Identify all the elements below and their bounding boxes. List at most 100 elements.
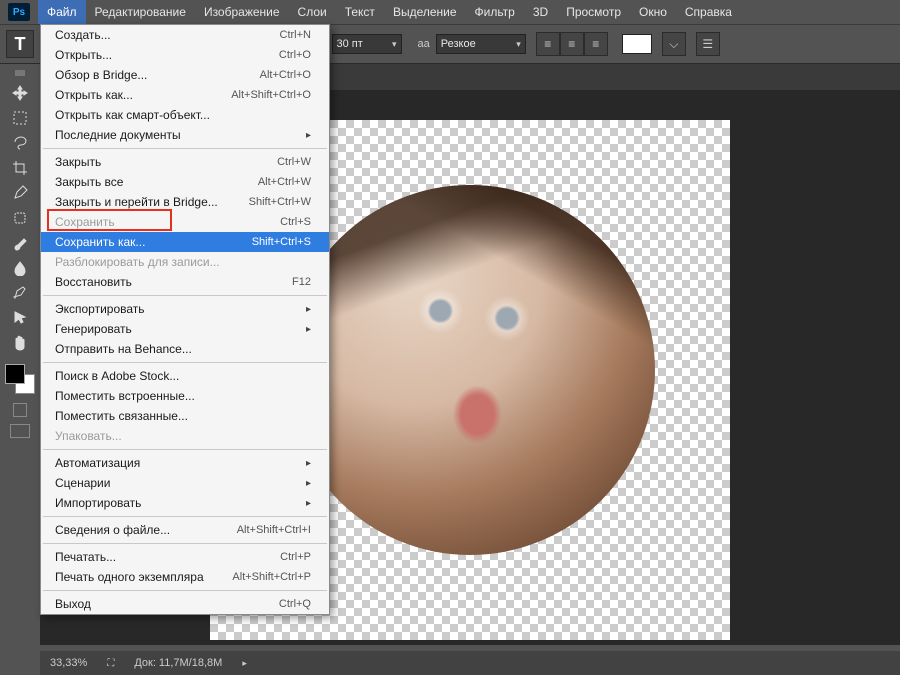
menu-item-shortcut: Ctrl+O [279,49,311,61]
menu-item-label: Генерировать [55,322,298,336]
menu-item-label: Автоматизация [55,456,298,470]
brush-tool[interactable] [6,231,34,255]
warp-text-button[interactable]: ⌵ [662,32,686,56]
menu-edit[interactable]: Редактирование [86,0,195,24]
menu-item-label: Закрыть [55,155,257,169]
file-menu-dropdown: Создать... Ctrl+N Открыть... Ctrl+O Обзор в … [40,24,330,615]
tool-preset-text-icon[interactable]: T [6,30,34,58]
file-menu-item[interactable]: Открыть как смарт-объект... [41,105,329,125]
circular-photo-layer [285,185,655,555]
menu-text[interactable]: Текст [336,0,384,24]
menu-item-label: Упаковать... [55,429,311,443]
zoom-level[interactable]: 33,33% [50,657,87,669]
align-left-button[interactable]: ≡ [536,32,560,56]
heal-tool[interactable] [6,206,34,230]
menu-filter[interactable]: Фильтр [466,0,524,24]
file-menu-item[interactable]: Поместить встроенные... [41,386,329,406]
menu-help[interactable]: Справка [676,0,741,24]
menu-item-shortcut: Alt+Shift+Ctrl+P [232,571,311,583]
antialias-select[interactable]: Резкое [436,34,526,54]
file-menu-item[interactable]: Экспортировать [41,299,329,319]
pen-tool[interactable] [6,281,34,305]
menu-view[interactable]: Просмотр [557,0,630,24]
file-menu-item[interactable]: Создать... Ctrl+N [41,25,329,45]
tools-panel [0,64,40,438]
file-menu-item[interactable]: ВосстановитьF12 [41,272,329,292]
menu-item-label: Поместить встроенные... [55,389,311,403]
eyedropper-tool[interactable] [6,181,34,205]
file-menu-item[interactable]: Импортировать [41,493,329,513]
file-menu-item[interactable]: ЗакрытьCtrl+W [41,152,329,172]
file-menu-item[interactable]: Сценарии [41,473,329,493]
menu-select[interactable]: Выделение [384,0,466,24]
file-menu-item: СохранитьCtrl+S [41,212,329,232]
character-panel-button[interactable]: ☰ [696,32,720,56]
cursor-tool[interactable] [6,306,34,330]
file-menu-item[interactable]: Печатать... Ctrl+P [41,547,329,567]
menu-item-shortcut: Shift+Ctrl+S [252,236,311,248]
ps-logo-icon: Ps [8,3,30,21]
font-size-select[interactable]: 30 пт [332,34,402,54]
file-menu-item[interactable]: Сведения о файле...Alt+Shift+Ctrl+I [41,520,329,540]
color-picker[interactable] [5,364,35,394]
text-color-swatch[interactable] [622,34,652,54]
blur-tool[interactable] [6,256,34,280]
file-menu-item[interactable]: Сохранить как...Shift+Ctrl+S [41,232,329,252]
menu-item-shortcut: Alt+Shift+Ctrl+O [231,89,311,101]
align-center-button[interactable]: ≡ [560,32,584,56]
menu-separator [43,148,327,149]
align-right-button[interactable]: ≡ [584,32,608,56]
file-menu-item[interactable]: ВыходCtrl+Q [41,594,329,614]
menu-item-label: Восстановить [55,275,272,289]
file-menu-item[interactable]: Открыть... Ctrl+O [41,45,329,65]
menu-item-label: Последние документы [55,128,298,142]
menu-item-label: Печатать... [55,550,260,564]
menu-item-label: Создать... [55,28,260,42]
menu-item-shortcut: Shift+Ctrl+W [249,196,311,208]
menu-file[interactable]: Файл [38,0,86,24]
file-menu-item[interactable]: Закрыть и перейти в Bridge... Shift+Ctrl+… [41,192,329,212]
menu-item-label: Поместить связанные... [55,409,311,423]
menu-item-label: Открыть... [55,48,259,62]
menu-item-label: Печать одного экземпляра [55,570,212,584]
menubar: Ps Файл Редактирование Изображение Слои … [0,0,900,24]
file-menu-item[interactable]: Генерировать [41,319,329,339]
alignment-group: ≡ ≡ ≡ [536,32,608,56]
menu-image[interactable]: Изображение [195,0,289,24]
expand-icon[interactable]: ⛶ [107,658,114,669]
marquee-tool[interactable] [6,106,34,130]
file-menu-item[interactable]: Поиск в Adobe Stock... [41,366,329,386]
menu-window[interactable]: Окно [630,0,676,24]
menu-item-label: Закрыть и перейти в Bridge... [55,195,229,209]
file-menu-item[interactable]: Закрыть всеAlt+Ctrl+W [41,172,329,192]
hand-tool[interactable] [6,331,34,355]
lasso-tool[interactable] [6,131,34,155]
menu-item-shortcut: Ctrl+N [280,29,311,41]
file-menu-item[interactable]: Автоматизация [41,453,329,473]
menu-item-label: Разблокировать для записи... [55,255,311,269]
file-menu-item[interactable]: Поместить связанные... [41,406,329,426]
menu-layers[interactable]: Слои [289,0,336,24]
move-tool[interactable] [6,81,34,105]
menu-3d[interactable]: 3D [524,0,557,24]
tools-grip-icon[interactable] [15,70,25,76]
quickmask-icon[interactable] [13,403,27,417]
crop-tool[interactable] [6,156,34,180]
menu-item-shortcut: Alt+Shift+Ctrl+I [237,524,311,536]
menu-item-shortcut: Ctrl+P [280,551,311,563]
foreground-color-swatch[interactable] [5,364,25,384]
file-menu-item[interactable]: Открыть как...Alt+Shift+Ctrl+O [41,85,329,105]
menu-item-shortcut: Ctrl+Q [279,598,311,610]
menu-item-label: Экспортировать [55,302,298,316]
menu-item-label: Открыть как смарт-объект... [55,108,311,122]
file-menu-item[interactable]: Печать одного экземпляра Alt+Shift+Ctrl+P [41,567,329,587]
menu-item-label: Сохранить [55,215,260,229]
file-menu-item[interactable]: Последние документы [41,125,329,145]
doc-info-arrow-icon[interactable]: ▸ [242,658,247,669]
menu-item-label: Поиск в Adobe Stock... [55,369,311,383]
antialias-icon: aa [418,38,430,50]
file-menu-item[interactable]: Обзор в Bridge...Alt+Ctrl+O [41,65,329,85]
screenmode-icon[interactable] [10,424,30,438]
file-menu-item[interactable]: Отправить на Behance... [41,339,329,359]
doc-size: Док: 11,7M/18,8M [134,657,222,669]
